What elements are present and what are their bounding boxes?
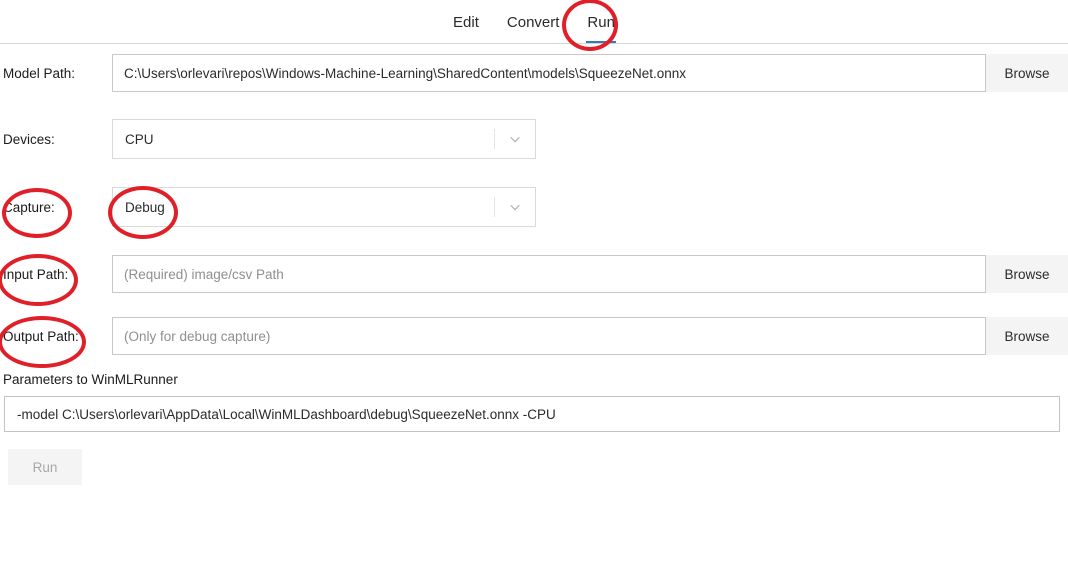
input-path-browse-button[interactable]: Browse	[986, 255, 1068, 293]
parameters-input[interactable]	[4, 396, 1060, 432]
capture-selected-value: Debug	[125, 199, 165, 215]
devices-separator	[494, 129, 495, 149]
model-path-browse-button[interactable]: Browse	[986, 54, 1068, 92]
chevron-down-icon	[508, 200, 522, 214]
row-devices: Devices: CPU	[0, 119, 1068, 159]
output-path-browse-button[interactable]: Browse	[986, 317, 1068, 355]
tab-bar: Edit Convert Run	[0, 0, 1068, 44]
model-path-input[interactable]	[112, 54, 986, 92]
output-path-field-group: Browse	[112, 317, 1068, 355]
input-path-input[interactable]	[112, 255, 986, 293]
run-button[interactable]: Run	[8, 449, 82, 485]
model-path-field-group: Browse	[112, 54, 1068, 92]
input-path-label: Input Path:	[3, 266, 69, 282]
chevron-down-icon	[508, 132, 522, 146]
output-path-label: Output Path:	[3, 328, 79, 344]
run-action-row: Run	[0, 449, 1068, 485]
output-path-input[interactable]	[112, 317, 986, 355]
model-path-label: Model Path:	[3, 65, 76, 81]
tab-run[interactable]: Run	[573, 0, 629, 44]
input-path-field-group: Browse	[112, 255, 1068, 293]
capture-separator	[494, 197, 495, 217]
tabbar-divider	[0, 43, 1068, 44]
row-output-path: Output Path: Browse	[0, 317, 1068, 355]
devices-label: Devices:	[3, 131, 55, 147]
parameters-section: Parameters to WinMLRunner	[0, 372, 1068, 432]
tab-edit[interactable]: Edit	[439, 0, 493, 44]
row-input-path: Input Path: Browse	[0, 255, 1068, 293]
row-model-path: Model Path: Browse	[0, 54, 1068, 92]
devices-select[interactable]: CPU	[112, 119, 536, 159]
row-capture: Capture: Debug	[0, 187, 1068, 227]
tab-convert[interactable]: Convert	[493, 0, 574, 44]
devices-selected-value: CPU	[125, 131, 154, 147]
parameters-label: Parameters to WinMLRunner	[3, 372, 178, 387]
capture-label: Capture:	[3, 199, 55, 215]
run-form: Model Path: Browse Devices: CPU Capture:…	[0, 54, 1068, 485]
capture-select[interactable]: Debug	[112, 187, 536, 227]
